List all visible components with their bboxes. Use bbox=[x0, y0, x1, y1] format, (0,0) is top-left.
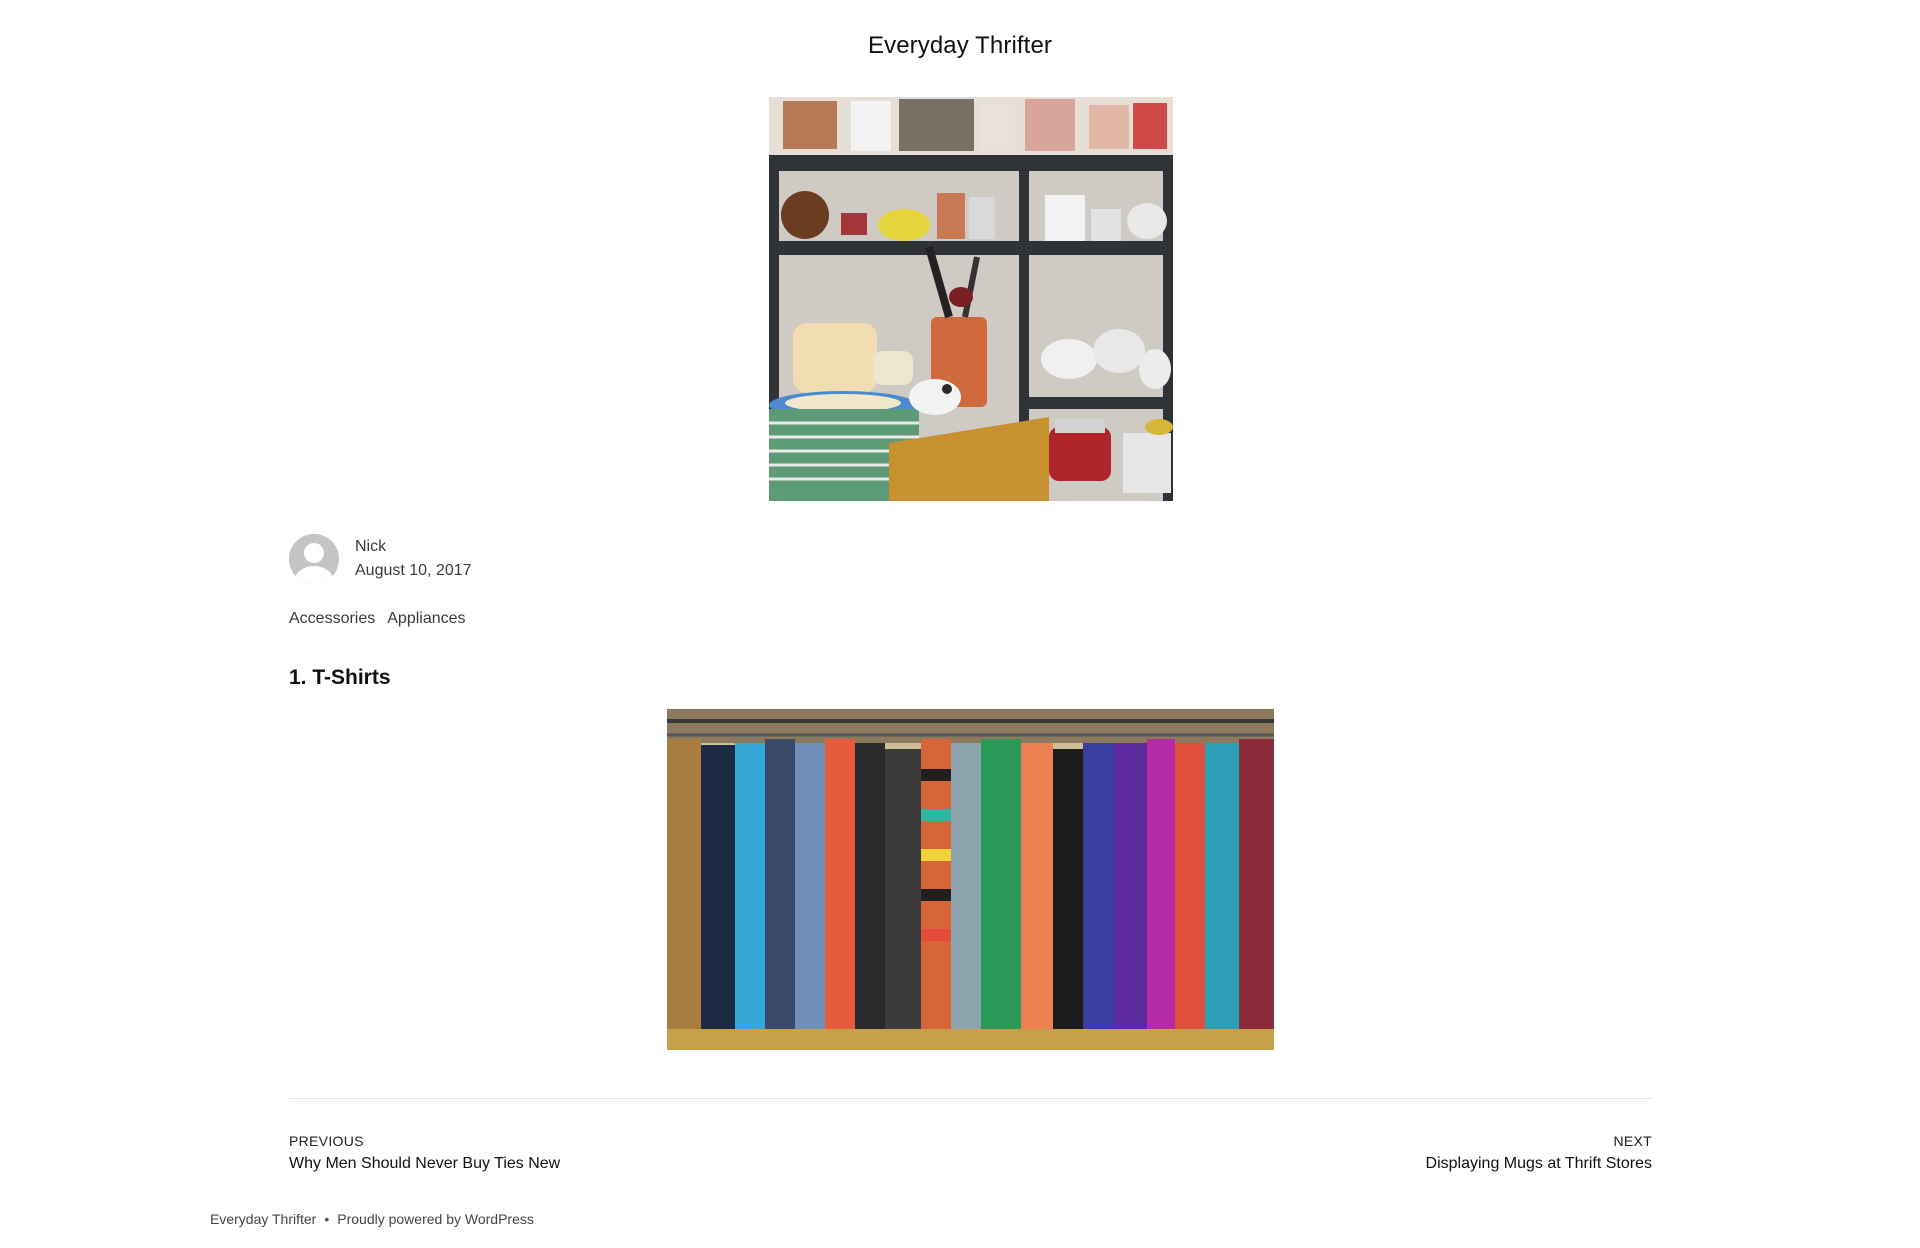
avatar bbox=[289, 534, 339, 584]
footer-separator: • bbox=[324, 1211, 330, 1227]
featured-image bbox=[769, 97, 1173, 501]
category-accessories[interactable]: Accessories bbox=[289, 610, 375, 627]
content-image bbox=[667, 709, 1274, 1050]
next-title: Displaying Mugs at Thrift Stores bbox=[1425, 1155, 1652, 1172]
post-meta: Nick August 10, 2017 bbox=[289, 534, 549, 594]
post-date[interactable]: August 10, 2017 bbox=[355, 562, 472, 580]
previous-title: Why Men Should Never Buy Ties New bbox=[289, 1155, 561, 1172]
post-section-heading: 1. T-Shirts bbox=[289, 666, 391, 689]
post-author[interactable]: Nick bbox=[355, 538, 386, 556]
site-title[interactable]: Everyday Thrifter bbox=[0, 32, 1920, 60]
kitchenware-shelves-icon bbox=[769, 97, 1173, 501]
footer-powered-by[interactable]: Proudly powered by WordPress bbox=[337, 1211, 534, 1227]
previous-post-link[interactable]: PREVIOUS Why Men Should Never Buy Ties N… bbox=[289, 1133, 560, 1173]
previous-label: PREVIOUS bbox=[289, 1133, 364, 1149]
category-appliances[interactable]: Appliances bbox=[387, 610, 465, 627]
post-categories: Accessories Appliances bbox=[289, 610, 478, 628]
post-divider bbox=[289, 1098, 1652, 1099]
footer-site-name[interactable]: Everyday Thrifter bbox=[210, 1211, 316, 1227]
next-post-link[interactable]: NEXT Displaying Mugs at Thrift Stores bbox=[1426, 1133, 1652, 1173]
clothing-rack-icon bbox=[667, 709, 1274, 1050]
next-label: NEXT bbox=[1613, 1133, 1652, 1149]
user-avatar-icon bbox=[289, 534, 339, 584]
site-footer: Everyday Thrifter • Proudly powered by Wor… bbox=[210, 1211, 534, 1227]
